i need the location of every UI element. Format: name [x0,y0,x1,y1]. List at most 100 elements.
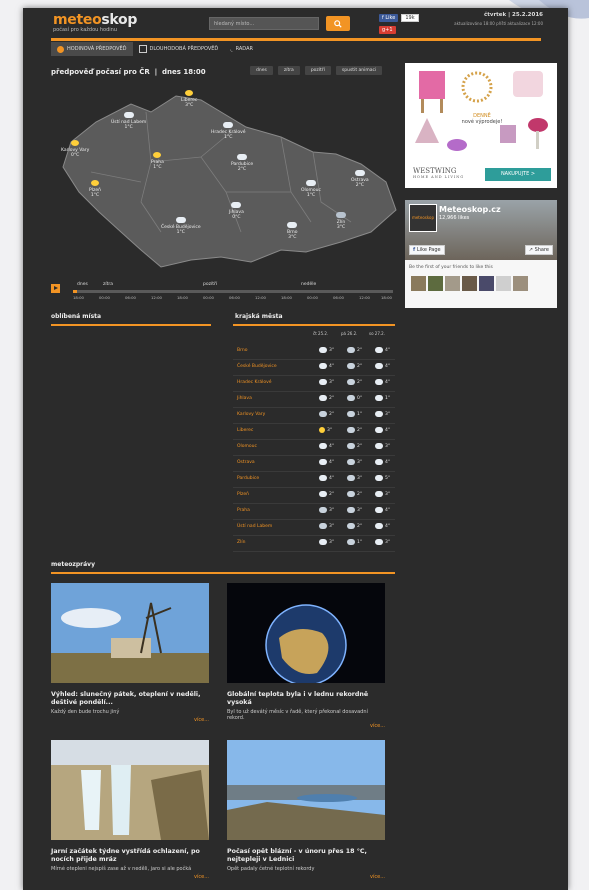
table-row[interactable]: Ústí nad Labem 3° 2° 4° [233,519,395,536]
fb-like-button[interactable]: f Like [379,14,399,22]
table-row[interactable]: Praha 3° 3° 4° [233,503,395,520]
nav-hourly[interactable]: HODINOVÁ PŘEDPOVĚĎ [51,42,133,56]
map-city[interactable]: Zlín 3°C [336,212,346,230]
timeline-handle[interactable] [73,290,77,293]
table-row[interactable]: Brno 3° 2° 4° [233,343,395,360]
forecast-cell: 4° [375,427,390,433]
temperature: 2° [329,411,335,417]
timeline-hour: 18:00 [381,295,392,300]
fb-like-page-button[interactable]: f Like Page [409,245,445,255]
news-item[interactable]: Globální teplota byla i v lednu rekordně… [227,583,385,729]
city-link[interactable]: Praha [237,508,250,513]
forecast-cell: 4° [375,459,390,465]
avatar[interactable] [513,276,528,291]
search-input[interactable]: hledaný místo... [209,17,319,30]
news-title[interactable]: Počasí opět blázní - v únoru přes 18 °C,… [227,848,385,864]
avatar[interactable] [496,276,511,291]
timeline-hour: 00:00 [203,295,214,300]
tab-today[interactable]: dnes [250,66,273,75]
news-item[interactable]: Jarní začátek týdne vystřídá ochlazení, … [51,740,209,880]
sun-icon [90,180,99,186]
city-link[interactable]: Liberec [237,428,253,433]
table-row[interactable]: Liberec 3° 2° 4° [233,423,395,440]
timeline[interactable]: dnes zítra pozítří neděle 18:00 00:00 06… [51,280,396,300]
timeline-track[interactable] [73,290,393,293]
map-city[interactable]: Jihlava 0°C [229,202,244,220]
table-row[interactable]: Hradec Králové 3° 2° 4° [233,375,395,392]
table-row[interactable]: Karlovy Vary 2° 1° 3° [233,407,395,424]
table-row[interactable]: Jihlava 2° 0° 1° [233,391,395,408]
timeline-day: zítra [103,282,113,287]
table-row[interactable]: Olomouc 4° 2° 3° [233,439,395,456]
city-link[interactable]: Olomouc [237,444,257,449]
advertisement[interactable]: DENNĚ nové výprodeje! WESTWING HOME AND LI… [405,63,557,188]
map-city[interactable]: Ostrava 2°C [351,170,369,188]
map-city[interactable]: Ústí nad Labem 1°C [111,112,146,130]
map-city[interactable]: Praha 1°C [151,152,164,170]
table-row[interactable]: Ostrava 4° 3° 4° [233,455,395,472]
czech-map[interactable]: Liberec 3°C Ústí nad Labem 1°C Hradec Král… [51,82,401,272]
city-link[interactable]: Zlín [237,540,245,545]
forecast-cell: 3° [347,459,362,465]
table-row[interactable]: Plzeň 2° 2° 3° [233,487,395,504]
news-title[interactable]: Globální teplota byla i v lednu rekordně… [227,691,385,707]
forecast-cell: 3° [375,491,390,497]
city-link[interactable]: Ústí nad Labem [237,524,272,529]
news-image[interactable] [227,583,385,686]
logo[interactable]: meteoskop [53,12,137,28]
avatar[interactable] [428,276,443,291]
tab-day-after[interactable]: pozítří [304,66,331,75]
city-link[interactable]: Karlovy Vary [237,412,265,417]
map-city[interactable]: České Budějovice 1°C [161,217,201,235]
map-city[interactable]: Karlovy Vary 0°C [61,140,89,158]
news-title[interactable]: Jarní začátek týdne vystřídá ochlazení, … [51,848,209,864]
news-image[interactable] [51,740,209,840]
table-row[interactable]: Pardubice 4° 3° 5° [233,471,395,488]
avatar[interactable] [479,276,494,291]
city-link[interactable]: Brno [237,348,247,353]
avatar[interactable] [411,276,426,291]
regional-divider [233,324,395,326]
cloud-icon [319,443,327,449]
tab-tomorrow[interactable]: zítra [277,66,300,75]
facebook-like[interactable]: f Like 19k [379,14,419,22]
gplus-button[interactable]: g+1 [379,26,396,34]
news-title[interactable]: Výhled: slunečný pátek, oteplení v neděl… [51,691,209,707]
news-image[interactable] [227,740,385,840]
search-button[interactable] [326,16,350,31]
city-link[interactable]: České Budějovice [237,364,277,369]
news-item[interactable]: Počasí opět blázní - v únoru přes 18 °C,… [227,740,385,880]
fb-share-button[interactable]: ↗ Share [524,245,553,255]
map-city[interactable]: Pardubice 2°C [231,154,253,172]
table-row[interactable]: Zlín 3° 1° 3° [233,535,395,552]
map-city[interactable]: Brno 3°C [287,222,297,240]
read-more-link[interactable]: více... [227,874,385,880]
table-row[interactable]: České Budějovice 4° 2° 4° [233,359,395,376]
read-more-link[interactable]: více... [227,723,385,729]
map-city[interactable]: Hradec Králové 1°C [211,122,246,140]
city-link[interactable]: Jihlava [237,396,252,401]
city-link[interactable]: Hradec Králové [237,380,272,385]
facebook-widget[interactable]: meteoskop Meteoskop.cz 12,966 likes f Li… [405,200,557,308]
map-city[interactable]: Liberec 3°C [181,90,197,108]
map-city[interactable]: Plzeň 1°C [89,180,101,198]
city-link[interactable]: Ostrava [237,460,255,465]
nav-radar[interactable]: ◟ RADAR [224,42,259,56]
ad-cta-button[interactable]: NAKUPUJTE > [485,168,551,181]
avatar[interactable] [445,276,460,291]
news-image[interactable] [51,583,209,683]
nav-longterm[interactable]: DLOUHODOBÁ PŘEDPOVĚĎ [133,42,225,56]
city-link[interactable]: Pardubice [237,476,259,481]
fb-page-name[interactable]: Meteoskop.cz [439,205,501,214]
forecast-cell: 3° [319,347,334,353]
avatar[interactable] [462,276,477,291]
forecast-cell: 2° [347,491,362,497]
city-link[interactable]: Plzeň [237,492,249,497]
rain-icon [347,395,355,401]
news-item[interactable]: Výhled: slunečný pátek, oteplení v neděl… [51,583,209,723]
read-more-link[interactable]: více... [51,717,209,723]
read-more-link[interactable]: více... [51,874,209,880]
play-button[interactable] [51,284,60,293]
tab-animation[interactable]: spustit animaci [335,66,383,75]
map-city[interactable]: Olomouc 1°C [301,180,321,198]
